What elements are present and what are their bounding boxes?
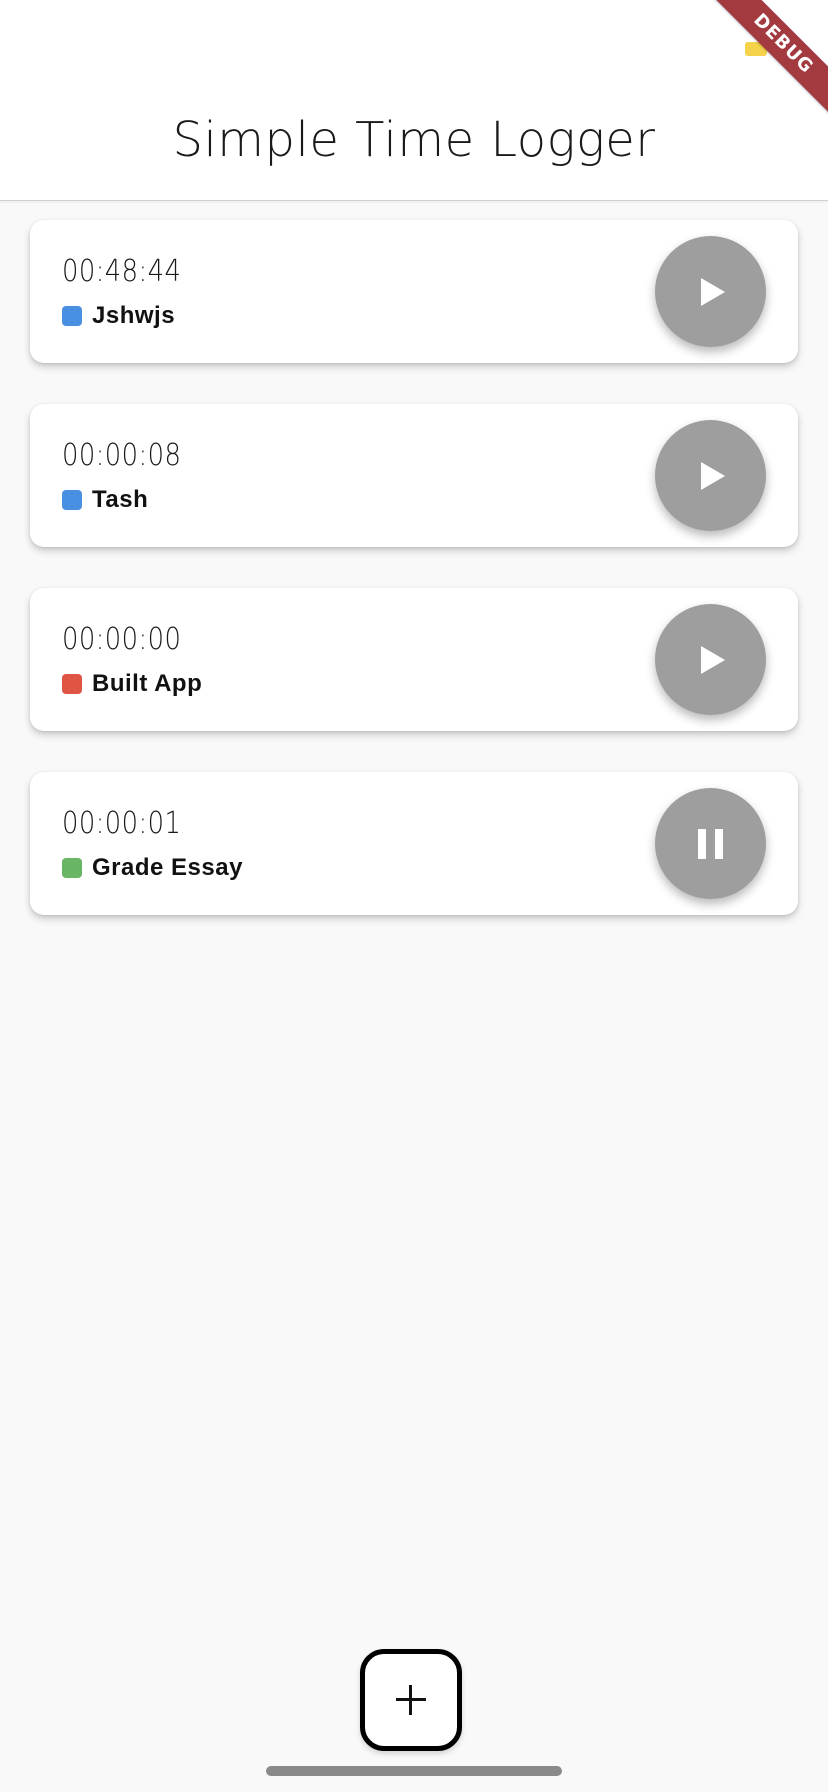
app-bar: Simple Time Logger bbox=[0, 0, 828, 201]
task-name: Tash bbox=[92, 486, 149, 513]
play-icon bbox=[701, 461, 725, 490]
task-card: 00:48:44 Jshwjs bbox=[30, 220, 798, 363]
play-button[interactable] bbox=[655, 420, 766, 531]
task-card: 00:00:01 Grade Essay bbox=[30, 772, 798, 915]
task-label-row: Built App bbox=[62, 670, 202, 698]
task-name: Built App bbox=[92, 670, 203, 697]
play-button[interactable] bbox=[655, 236, 766, 347]
pause-icon bbox=[698, 828, 723, 859]
play-icon bbox=[701, 645, 725, 674]
task-card: 00:00:08 Tash bbox=[30, 404, 798, 547]
task-name: Jshwjs bbox=[92, 302, 176, 329]
task-card: 00:00:00 Built App bbox=[30, 588, 798, 731]
task-label-row: Grade Essay bbox=[62, 854, 243, 882]
status-indicator-icon bbox=[745, 42, 767, 56]
task-label-row: Tash bbox=[62, 486, 148, 514]
task-elapsed-time: 00:00:08 bbox=[62, 438, 182, 473]
plus-icon bbox=[396, 1685, 426, 1715]
page-title: Simple Time Logger bbox=[172, 112, 656, 168]
task-color-indicator bbox=[62, 858, 82, 878]
task-color-indicator bbox=[62, 306, 82, 326]
add-task-button[interactable] bbox=[360, 1649, 462, 1751]
play-icon bbox=[701, 277, 725, 306]
task-elapsed-time: 00:00:01 bbox=[62, 806, 182, 841]
task-elapsed-time: 00:48:44 bbox=[62, 254, 182, 289]
home-indicator[interactable] bbox=[266, 1766, 562, 1776]
task-list: 00:48:44 Jshwjs 00:00:08 Tash 00:00:00 B… bbox=[30, 220, 798, 956]
task-elapsed-time: 00:00:00 bbox=[62, 622, 182, 657]
task-color-indicator bbox=[62, 674, 82, 694]
task-color-indicator bbox=[62, 490, 82, 510]
pause-button[interactable] bbox=[655, 788, 766, 899]
play-button[interactable] bbox=[655, 604, 766, 715]
task-label-row: Jshwjs bbox=[62, 302, 175, 330]
task-name: Grade Essay bbox=[92, 854, 243, 881]
